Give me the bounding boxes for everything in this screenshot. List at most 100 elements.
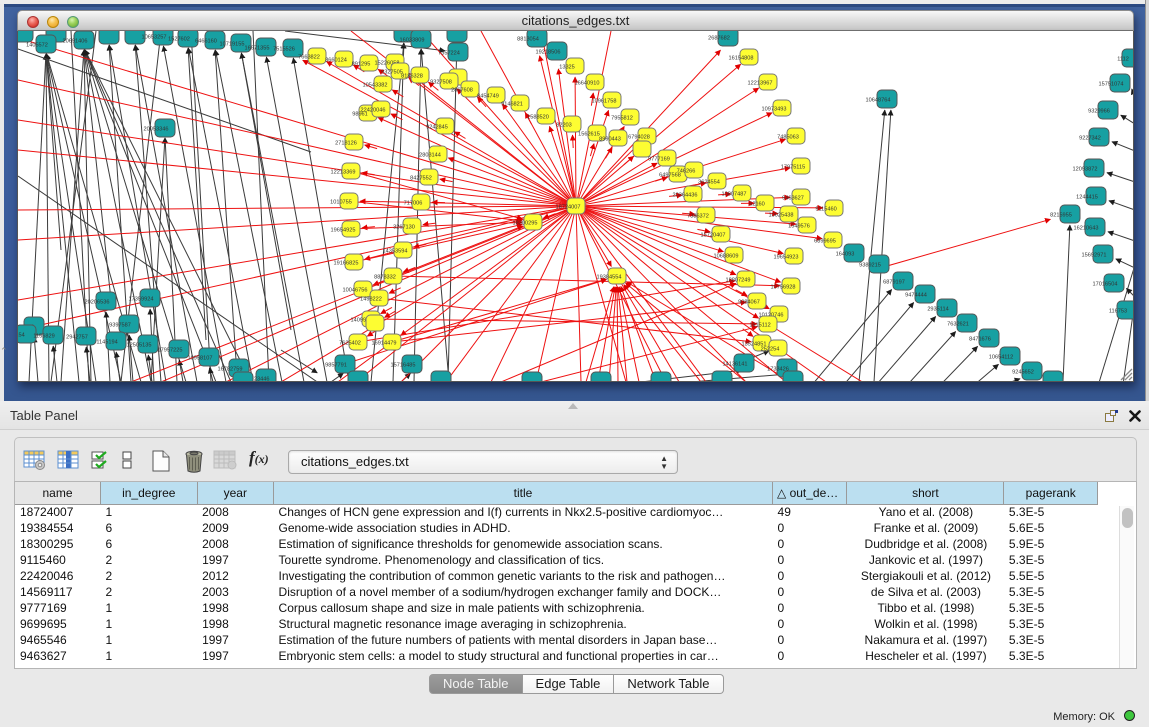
svg-text:1156829: 1156829 (33, 334, 54, 340)
svg-text:252254: 252254 (761, 347, 780, 353)
svg-text:8813054: 8813054 (517, 37, 539, 43)
svg-text:1615112: 1615112 (749, 323, 770, 329)
svg-text:2718126: 2718126 (335, 141, 357, 147)
svg-text:16640910: 16640910 (575, 81, 600, 87)
svg-text:3267130: 3267130 (393, 225, 415, 231)
svg-text:10653257: 10653257 (142, 35, 167, 41)
svg-text:6466160: 6466160 (195, 39, 217, 45)
svg-text:12505135: 12505135 (127, 343, 152, 349)
svg-text:18300295: 18300295 (513, 221, 538, 227)
svg-text:12213967: 12213967 (748, 81, 773, 87)
svg-text:8878332: 8878332 (374, 275, 396, 281)
svg-text:18807249: 18807249 (726, 278, 751, 284)
svg-text:10807487: 10807487 (722, 192, 747, 198)
svg-text:15716485: 15716485 (391, 363, 416, 369)
svg-text:7632621: 7632621 (947, 322, 969, 328)
svg-text:8990443: 8990443 (599, 137, 621, 143)
svg-text:10046756: 10046756 (343, 288, 368, 294)
svg-text:9084067: 9084067 (738, 300, 760, 306)
svg-text:39154: 39154 (18, 333, 25, 339)
svg-text:16914479: 16914479 (372, 341, 397, 347)
svg-text:17016504: 17016504 (1093, 282, 1118, 288)
svg-text:19654925: 19654925 (331, 228, 356, 234)
svg-text:62160: 62160 (749, 202, 765, 208)
svg-text:15692971: 15692971 (1082, 253, 1107, 259)
svg-text:16154808: 16154808 (729, 56, 754, 62)
svg-text:7386372: 7386372 (687, 214, 709, 220)
svg-text:9115460: 9115460 (815, 207, 836, 213)
svg-text:10688609: 10688609 (714, 254, 739, 260)
svg-text:9327508: 9327508 (430, 80, 452, 86)
svg-text:10648764: 10648764 (866, 98, 891, 104)
svg-text:8427552: 8427552 (410, 176, 432, 182)
svg-text:9327505: 9327505 (381, 70, 403, 76)
svg-text:14136141: 14136141 (723, 362, 748, 368)
svg-text:82203: 82203 (556, 123, 572, 129)
svg-text:14353594: 14353594 (383, 249, 408, 255)
svg-text:7357224: 7357224 (438, 51, 460, 57)
svg-text:17957225: 17957225 (158, 348, 183, 354)
svg-text:7625402: 7625402 (339, 341, 361, 347)
svg-text:19218506: 19218506 (536, 50, 561, 56)
svg-text:8660124: 8660124 (325, 58, 347, 64)
svg-text:9245652: 9245652 (1012, 370, 1034, 376)
svg-text:9242845: 9242845 (426, 125, 448, 131)
svg-text:7485063: 7485063 (777, 135, 799, 141)
svg-text:17359924: 17359924 (129, 297, 154, 303)
svg-text:7515526: 7515526 (273, 47, 295, 53)
svg-text:2687682: 2687682 (708, 36, 730, 42)
svg-text:16033809: 16033809 (400, 38, 425, 44)
svg-text:8186328: 8186328 (401, 74, 423, 80)
svg-text:3624554: 3624554 (698, 180, 720, 186)
svg-text:12213369: 12213369 (331, 170, 356, 176)
svg-text:19166825: 19166825 (334, 261, 359, 267)
svg-text:10973493: 10973493 (762, 107, 787, 113)
svg-text:6899695: 6899695 (814, 239, 836, 245)
svg-text:18724007: 18724007 (556, 205, 581, 211)
svg-text:717006: 717006 (404, 201, 423, 207)
svg-text:1010755: 1010755 (330, 200, 352, 206)
svg-text:19654923: 19654923 (774, 255, 799, 261)
svg-text:9857791: 9857791 (325, 363, 347, 369)
svg-text:746266: 746266 (677, 169, 696, 175)
svg-text:6794028: 6794028 (628, 135, 650, 141)
svg-text:10756928: 10756928 (771, 285, 796, 291)
svg-text:22420046: 22420046 (361, 108, 386, 114)
svg-text:17975115: 17975115 (781, 165, 805, 171)
svg-text:891295: 891295 (352, 62, 371, 68)
svg-text:7663822: 7663822 (298, 55, 320, 61)
svg-text:10654112: 10654112 (989, 355, 1013, 361)
svg-text:9463627: 9463627 (782, 196, 804, 202)
svg-text:9397587: 9397587 (109, 323, 131, 329)
svg-text:2942757: 2942757 (66, 335, 88, 341)
svg-text:2935114: 2935114 (927, 307, 948, 313)
svg-text:1112: 1112 (1117, 57, 1129, 63)
svg-text:9227342: 9227342 (1079, 136, 1101, 142)
svg-text:20206536: 20206536 (85, 300, 110, 306)
svg-text:20691406: 20691406 (63, 39, 88, 45)
svg-text:9146821: 9146821 (501, 102, 523, 108)
svg-text:9474444: 9474444 (905, 293, 927, 299)
svg-text:1498222: 1498222 (360, 297, 382, 303)
svg-text:7955812: 7955812 (611, 116, 633, 122)
svg-text:1527602: 1527602 (168, 37, 190, 43)
svg-text:15751074: 15751074 (1099, 82, 1124, 88)
svg-text:2803144: 2803144 (419, 153, 441, 159)
svg-text:20364436: 20364436 (673, 193, 698, 199)
svg-text:1145194: 1145194 (96, 340, 117, 346)
svg-text:12093872: 12093872 (1073, 167, 1098, 173)
svg-text:116753: 116753 (1109, 309, 1127, 315)
svg-text:9389215: 9389215 (859, 263, 881, 269)
svg-text:16210643: 16210643 (1074, 226, 1099, 232)
svg-text:164093: 164093 (836, 252, 855, 258)
svg-text:1549576: 1549576 (788, 224, 810, 230)
svg-text:8471676: 8471676 (969, 337, 991, 343)
svg-text:20053346: 20053346 (144, 127, 169, 133)
svg-text:19384554: 19384554 (597, 275, 622, 281)
svg-text:10025438: 10025438 (769, 213, 794, 219)
svg-text:6879197: 6879197 (883, 280, 905, 286)
svg-text:13325: 13325 (559, 65, 575, 71)
svg-text:2867608: 2867608 (451, 88, 473, 94)
svg-text:10719155: 10719155 (220, 42, 245, 48)
svg-text:10961758: 10961758 (592, 99, 617, 105)
